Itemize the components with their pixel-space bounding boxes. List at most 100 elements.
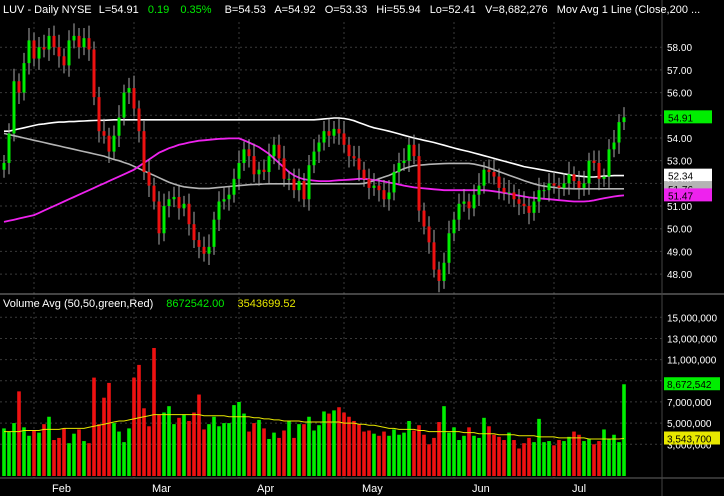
- candle-body: [227, 194, 231, 200]
- volume-bar: [302, 424, 306, 476]
- volume-bar: [307, 416, 311, 476]
- volume-bar: [292, 437, 296, 476]
- candle-body: [472, 194, 476, 209]
- candle-body: [2, 162, 6, 170]
- candle-body: [247, 149, 251, 157]
- stock-chart[interactable]: 58.0057.0056.0055.0054.0053.0052.0051.00…: [0, 0, 724, 496]
- symbol: LUV - Daily NYSE: [3, 4, 92, 16]
- candle-body: [77, 35, 81, 48]
- price-marker-label: 54.91: [668, 113, 693, 124]
- volume-bar: [317, 425, 321, 476]
- candle-body: [317, 142, 321, 152]
- candle-body: [337, 128, 341, 134]
- volume-bar: [367, 430, 371, 476]
- candle-body: [517, 199, 521, 204]
- volume-bar: [457, 440, 461, 476]
- volume-bar: [77, 429, 81, 476]
- volume-bar: [417, 425, 421, 476]
- volume-bar: [232, 405, 236, 476]
- volume-bar: [567, 436, 571, 476]
- volume-bar: [547, 441, 551, 476]
- volume-bar: [392, 429, 396, 476]
- candle-body: [527, 206, 531, 213]
- candle-body: [622, 117, 626, 123]
- volume-bar: [107, 382, 111, 476]
- volume-bar: [517, 448, 521, 476]
- volume-bar: [137, 364, 141, 476]
- candle-body: [57, 47, 61, 57]
- candle-body: [412, 144, 416, 157]
- volume-bar: [282, 430, 286, 476]
- volume-study-label: Volume Avg (50,50,green,Red): [3, 298, 153, 310]
- candle-body: [532, 201, 536, 213]
- volume-bar: [112, 423, 116, 476]
- candle-body: [197, 240, 201, 247]
- candle-body: [47, 35, 51, 50]
- volume-bar: [157, 414, 161, 476]
- volume-tick-label: 11,000,000: [667, 356, 717, 367]
- price-marker-label: 52.34: [668, 172, 693, 183]
- candle-body: [432, 242, 436, 270]
- candle-body: [172, 196, 176, 200]
- candle-body: [142, 131, 146, 173]
- candle-body: [577, 181, 581, 188]
- month-label: Feb: [52, 483, 71, 495]
- price-marker-label: 51.47: [668, 191, 693, 202]
- volume-bar: [347, 416, 351, 476]
- candle-body: [522, 203, 526, 207]
- volume-bar: [237, 401, 241, 476]
- candle-body: [482, 169, 486, 186]
- price-tick-label: 53.00: [667, 157, 692, 168]
- high: Hi=55.94: [376, 4, 420, 16]
- month-label: Jul: [572, 483, 586, 495]
- volume-bar: [297, 424, 301, 476]
- month-label: May: [362, 483, 383, 495]
- volume-bar: [612, 434, 616, 476]
- candle-body: [422, 210, 426, 227]
- candle-body: [587, 160, 591, 184]
- volume-bar: [147, 426, 151, 476]
- volume-bar: [482, 417, 486, 476]
- candle-body: [72, 35, 76, 41]
- candle-body: [17, 81, 21, 93]
- candle-body: [512, 192, 516, 200]
- candle-body: [602, 176, 606, 179]
- candle-body: [52, 35, 56, 48]
- candle-body: [552, 183, 556, 186]
- candle-body: [382, 190, 386, 200]
- candle-body: [582, 183, 586, 188]
- volume-bar: [52, 440, 56, 476]
- volume-bar: [312, 430, 316, 476]
- volume-bar: [532, 442, 536, 476]
- volume-bar: [357, 424, 361, 476]
- candle-body: [137, 108, 141, 132]
- candle-body: [387, 192, 391, 200]
- candle-body: [437, 269, 441, 281]
- candle-body: [557, 185, 561, 188]
- volume-bar: [342, 412, 346, 476]
- candle-body: [42, 47, 46, 50]
- volume-bar: [2, 428, 6, 476]
- candle-body: [292, 178, 296, 191]
- volume-bar: [127, 428, 131, 476]
- volume-bar: [477, 437, 481, 476]
- price-tick-label: 58.00: [667, 43, 692, 54]
- volume-bar: [332, 410, 336, 476]
- volume-bar: [397, 434, 401, 476]
- volume-bar: [622, 384, 626, 476]
- candle-body: [442, 262, 446, 281]
- volume-avg-value: 3543699.52: [237, 298, 295, 310]
- volume-bar: [597, 441, 601, 476]
- volume-bar: [47, 416, 51, 476]
- volume-bar: [582, 441, 586, 476]
- volume-tick-label: 5,000,000: [667, 419, 712, 430]
- candle-body: [277, 144, 281, 159]
- volume-bar: [507, 432, 511, 476]
- price-tick-label: 50.00: [667, 225, 692, 236]
- volume-bar: [362, 431, 366, 476]
- volume-bar: [142, 408, 146, 476]
- volume-bar: [467, 427, 471, 476]
- volume-bar: [497, 436, 501, 476]
- candle-body: [182, 203, 186, 209]
- volume-tick-label: 15,000,000: [667, 313, 717, 324]
